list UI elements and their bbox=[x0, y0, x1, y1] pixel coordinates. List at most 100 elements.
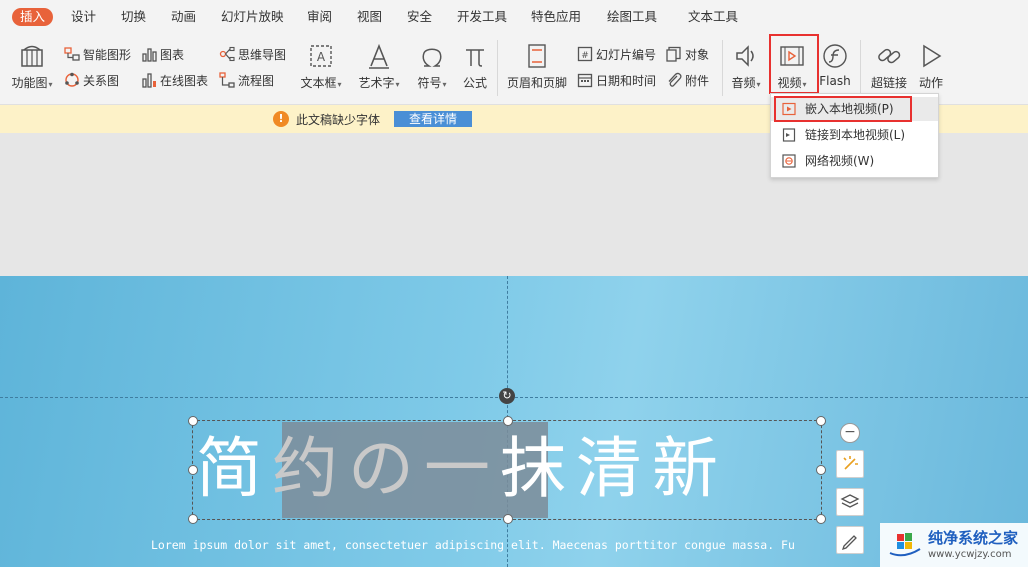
relation-chart-label: 关系图 bbox=[83, 74, 120, 88]
word-art-icon bbox=[369, 43, 389, 69]
resize-handle-mr[interactable] bbox=[816, 465, 826, 475]
menu-item-link-local-video[interactable]: 链接到本地视频(L) bbox=[771, 123, 938, 147]
resize-handle-bl[interactable] bbox=[188, 514, 198, 524]
warning-icon: ! bbox=[273, 111, 289, 127]
calendar-icon bbox=[577, 73, 593, 88]
flash-label: Flash bbox=[819, 74, 851, 88]
tab-features[interactable]: 特色应用 bbox=[531, 7, 581, 27]
text-box-label: 文本框 bbox=[300, 76, 337, 90]
slide-number-label: 幻灯片编号 bbox=[596, 48, 657, 62]
slide-number-button[interactable]: # 幻灯片编号 bbox=[577, 46, 656, 63]
formula-button[interactable]: 公式 bbox=[458, 42, 492, 91]
missing-font-text: 此文稿缺少字体 bbox=[296, 113, 381, 127]
embed-video-highlight-box bbox=[774, 96, 912, 122]
action-button[interactable]: 动作 bbox=[914, 42, 948, 91]
svg-text:A: A bbox=[317, 50, 326, 64]
tab-insert[interactable]: 插入 bbox=[12, 8, 54, 26]
tab-developer[interactable]: 开发工具 bbox=[457, 7, 507, 27]
view-details-button[interactable]: 查看详情 bbox=[394, 111, 472, 127]
bar-chart-icon bbox=[142, 48, 157, 62]
text-box-icon: A bbox=[310, 45, 332, 67]
attachment-button[interactable]: 附件 bbox=[666, 72, 709, 89]
text-box-selection-frame[interactable] bbox=[192, 420, 822, 520]
word-art-button[interactable]: 艺术字▾ bbox=[356, 42, 402, 91]
object-icon bbox=[666, 46, 681, 62]
slide-body-text[interactable]: Lorem ipsum dolor sit amet, consectetuer… bbox=[151, 538, 851, 552]
tab-animation[interactable]: 动画 bbox=[171, 7, 196, 27]
menu-bar: 插入 设计 切换 动画 幻灯片放映 审阅 视图 安全 开发工具 特色应用 绘图工… bbox=[0, 0, 1028, 34]
tab-text-tools[interactable]: 文本工具 bbox=[688, 7, 738, 27]
flow-chart-button[interactable]: 流程图 bbox=[219, 72, 274, 89]
chart-label: 图表 bbox=[160, 48, 185, 62]
link-local-video-label: 链接到本地视频(L) bbox=[805, 128, 906, 142]
link-video-icon bbox=[782, 128, 796, 142]
object-button[interactable]: 对象 bbox=[666, 46, 709, 63]
collapse-minus-icon[interactable]: − bbox=[840, 423, 860, 443]
sparkle-icon bbox=[843, 456, 858, 470]
tab-view[interactable]: 视图 bbox=[357, 7, 382, 27]
hyperlink-button[interactable]: 超链接 bbox=[868, 42, 910, 91]
audio-label: 音频 bbox=[731, 76, 756, 90]
header-footer-icon bbox=[528, 44, 546, 68]
date-time-label: 日期和时间 bbox=[596, 74, 657, 88]
mind-map-button[interactable]: 思维导图 bbox=[219, 46, 286, 63]
date-time-button[interactable]: 日期和时间 bbox=[577, 72, 656, 89]
text-box-button[interactable]: A 文本框▾ bbox=[298, 42, 344, 91]
layers-icon bbox=[840, 494, 860, 508]
watermark-url: www.ycwjzy.com bbox=[928, 549, 1012, 560]
resize-handle-tc[interactable] bbox=[503, 416, 513, 426]
tab-transition[interactable]: 切换 bbox=[121, 7, 146, 27]
tab-review[interactable]: 审阅 bbox=[307, 7, 332, 27]
pi-formula-icon bbox=[466, 49, 484, 67]
online-video-icon bbox=[782, 154, 796, 168]
online-video-label: 网络视频(W) bbox=[805, 154, 875, 168]
link-icon bbox=[878, 48, 901, 64]
flash-icon bbox=[823, 44, 847, 68]
symbol-button[interactable]: 符号▾ bbox=[414, 42, 450, 91]
ribbon-separator bbox=[722, 40, 723, 96]
header-footer-label: 页眉和页脚 bbox=[506, 76, 567, 90]
function-chart-label: 功能图 bbox=[11, 76, 48, 90]
symbol-label: 符号 bbox=[417, 76, 442, 90]
rotate-handle-icon[interactable]: ↻ bbox=[499, 388, 515, 404]
smart-art-icon bbox=[64, 47, 80, 61]
windows-logo-icon bbox=[889, 533, 921, 557]
word-art-label: 艺术字 bbox=[358, 76, 395, 90]
play-action-icon bbox=[923, 44, 942, 68]
slide-number-icon: # bbox=[577, 46, 593, 62]
speaker-icon bbox=[736, 45, 754, 67]
paperclip-icon bbox=[668, 72, 682, 87]
online-chart-label: 在线图表 bbox=[160, 74, 209, 88]
header-footer-button[interactable]: 页眉和页脚 bbox=[505, 42, 569, 91]
flash-button[interactable]: Flash bbox=[817, 42, 853, 88]
menu-item-online-video[interactable]: 网络视频(W) bbox=[771, 149, 938, 173]
chart-button[interactable]: 图表 bbox=[141, 46, 184, 63]
watermark-name: 纯净系统之家 bbox=[928, 529, 1019, 547]
tab-drawing-tools[interactable]: 绘图工具 bbox=[607, 7, 657, 27]
online-chart-icon bbox=[142, 73, 156, 88]
animation-effect-button[interactable] bbox=[836, 450, 864, 478]
tab-slideshow[interactable]: 幻灯片放映 bbox=[221, 7, 284, 27]
mind-map-label: 思维导图 bbox=[238, 48, 287, 62]
resize-handle-tr[interactable] bbox=[816, 416, 826, 426]
layer-order-button[interactable] bbox=[836, 488, 864, 516]
tab-security[interactable]: 安全 bbox=[407, 7, 432, 27]
ribbon-separator bbox=[497, 40, 498, 96]
video-highlight-box bbox=[769, 34, 819, 94]
site-watermark: 纯净系统之家 www.ycwjzy.com bbox=[880, 523, 1028, 567]
audio-button[interactable]: 音频▾ bbox=[728, 42, 764, 91]
resize-handle-br[interactable] bbox=[816, 514, 826, 524]
relation-chart-button[interactable]: 关系图 bbox=[64, 72, 119, 89]
tab-design[interactable]: 设计 bbox=[71, 7, 96, 27]
flow-chart-icon bbox=[219, 72, 235, 88]
svg-text:#: # bbox=[581, 51, 589, 61]
resize-handle-bc[interactable] bbox=[503, 514, 513, 524]
resize-handle-ml[interactable] bbox=[188, 465, 198, 475]
resize-handle-tl[interactable] bbox=[188, 416, 198, 426]
action-label: 动作 bbox=[918, 76, 943, 90]
function-chart-button[interactable]: 功能图▾ bbox=[8, 42, 56, 91]
slide-canvas[interactable]: 简约の一抹清新 ↻ − Lorem ipsum dolor sit amet, … bbox=[0, 276, 1028, 567]
function-chart-icon bbox=[21, 45, 43, 67]
online-chart-button[interactable]: 在线图表 bbox=[141, 72, 208, 89]
smart-art-button[interactable]: 智能图形 bbox=[64, 46, 131, 63]
